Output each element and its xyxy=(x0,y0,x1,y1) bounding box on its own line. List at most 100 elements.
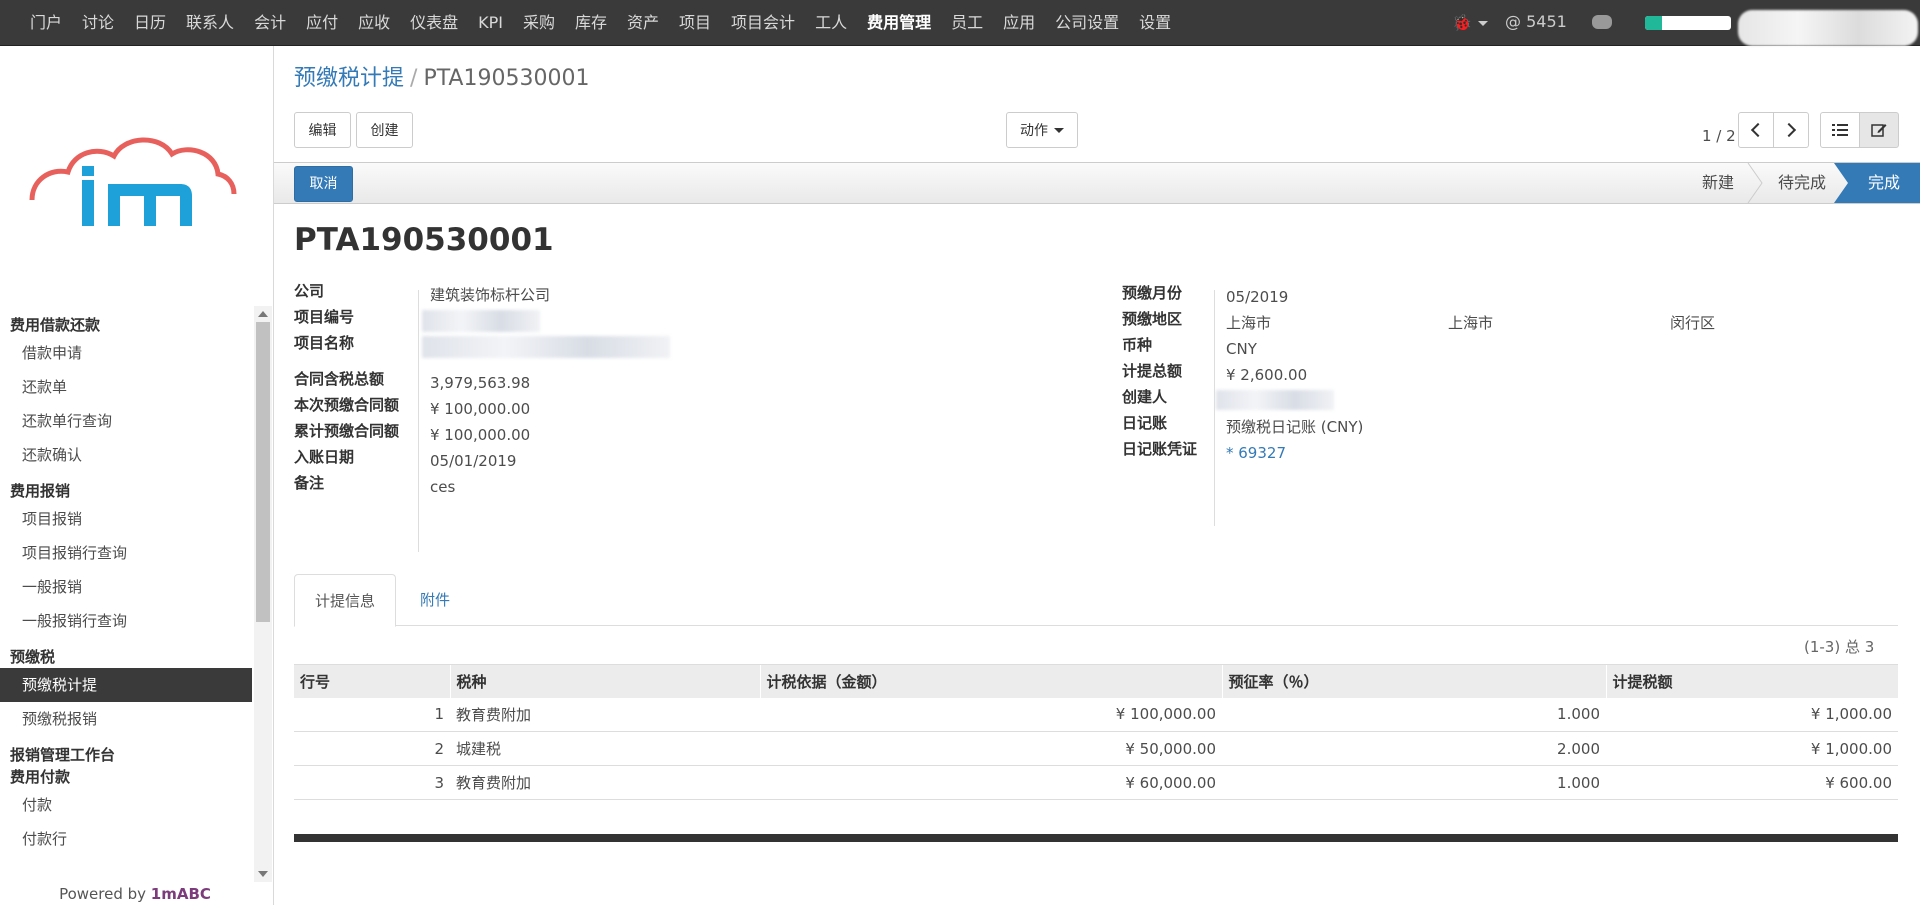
table-cell: ¥ 50,000.00 xyxy=(760,731,1222,766)
menu-item[interactable]: 应用 xyxy=(993,0,1045,46)
debug-icon[interactable]: 🐞 xyxy=(1452,13,1488,32)
field-value: CNY xyxy=(1226,340,1257,358)
stage-done[interactable]: 完成 xyxy=(1848,163,1920,203)
table-footer-bar xyxy=(294,834,1898,842)
menu-item[interactable]: 费用管理 xyxy=(857,0,941,46)
form-view-button[interactable] xyxy=(1859,112,1899,148)
sidebar-item[interactable]: 一般报销 xyxy=(0,570,252,604)
breadcrumb-current: PTA190530001 xyxy=(423,66,590,91)
field-value: ¥ 100,000.00 xyxy=(430,400,531,418)
field-label: 日记账 xyxy=(1122,414,1168,432)
field-value: 建筑装饰标杆公司 xyxy=(430,286,551,304)
left-fields-divider xyxy=(418,290,419,552)
chevron-left-icon xyxy=(1750,122,1766,138)
column-header[interactable]: 行号 xyxy=(294,664,450,698)
column-header[interactable]: 预征率（％） xyxy=(1221,664,1606,698)
menu-item[interactable]: 讨论 xyxy=(72,0,124,46)
column-header[interactable]: 税种 xyxy=(449,664,760,698)
menu-item[interactable]: 公司设置 xyxy=(1045,0,1129,46)
powered-prefix: Powered by xyxy=(59,885,151,903)
sidebar-item[interactable]: 付款 xyxy=(0,788,252,822)
sidebar-item[interactable]: 付款行 xyxy=(0,822,252,856)
breadcrumb-parent[interactable]: 预缴税计提 xyxy=(294,66,404,91)
field-value: 3,979,563.98 xyxy=(430,374,531,392)
sidebar-item[interactable]: 还款单行查询 xyxy=(0,404,252,438)
field-label: 累计预缴合同额 xyxy=(294,422,400,440)
create-button[interactable]: 创建 xyxy=(356,112,413,148)
table-cell: ¥ 600.00 xyxy=(1606,765,1898,800)
edit-button[interactable]: 编辑 xyxy=(294,112,351,148)
next-record-button[interactable] xyxy=(1773,112,1809,148)
progress-fill xyxy=(1645,16,1663,30)
table-cell: 3 xyxy=(294,765,450,800)
list-view-button[interactable] xyxy=(1820,112,1860,148)
column-header[interactable]: 计税依据（金额） xyxy=(759,664,1222,698)
stage-pending[interactable]: 待完成 xyxy=(1766,163,1838,203)
status-bar: 取消 新建 待完成 完成 xyxy=(274,162,1920,204)
action-dropdown[interactable]: 动作 xyxy=(1006,112,1078,148)
field-value: ces xyxy=(430,478,456,496)
menu-item[interactable]: 应收 xyxy=(348,0,400,46)
table-cell: ¥ 100,000.00 xyxy=(760,697,1222,732)
tab-attachments[interactable]: 附件 xyxy=(400,574,470,626)
column-header[interactable]: 计提税额 xyxy=(1605,664,1898,698)
redacted-value xyxy=(422,336,670,358)
menu-item[interactable]: 项目会计 xyxy=(721,0,805,46)
menu-item[interactable]: 项目 xyxy=(669,0,721,46)
menu-item[interactable]: 仪表盘 xyxy=(400,0,468,46)
sidebar-item[interactable]: 项目报销行查询 xyxy=(0,536,252,570)
menu-item[interactable]: 应付 xyxy=(296,0,348,46)
progress-bar xyxy=(1645,16,1731,30)
table-row[interactable]: 2 城建税 ¥ 50,000.00 2.000 ¥ 1,000.00 xyxy=(294,731,1898,766)
field-label: 创建人 xyxy=(1122,388,1168,406)
sidebar-item[interactable]: 预缴税报销 xyxy=(0,702,252,736)
menu-item[interactable]: 联系人 xyxy=(176,0,244,46)
sidebar-section-title: 费用报销 xyxy=(10,482,71,500)
menu-item[interactable]: 日历 xyxy=(124,0,176,46)
stage-new[interactable]: 新建 xyxy=(1690,163,1746,203)
sidebar-section-title: 预缴税 xyxy=(10,648,56,666)
sidebar-item[interactable]: 一般报销行查询 xyxy=(0,604,252,638)
menu-item[interactable]: 员工 xyxy=(941,0,993,46)
menu-item[interactable]: 库存 xyxy=(565,0,617,46)
sidebar-scrollbar[interactable] xyxy=(254,306,272,882)
mention-counter[interactable]: @ 5451 xyxy=(1505,12,1567,31)
powered-brand[interactable]: 1mABC xyxy=(151,885,211,903)
field-label: 计提总额 xyxy=(1122,362,1183,380)
tab-accrual-info[interactable]: 计提信息 xyxy=(294,574,397,627)
sidebar-item[interactable]: 还款单 xyxy=(0,370,252,404)
menu-item[interactable]: 门户 xyxy=(20,0,72,46)
menu-item[interactable]: 工人 xyxy=(805,0,857,46)
table-row[interactable]: 3 教育费附加 ¥ 60,000.00 1.000 ¥ 600.00 xyxy=(294,765,1898,800)
menu-item[interactable]: 设置 xyxy=(1129,0,1181,46)
sidebar-item[interactable]: 预缴税计提 xyxy=(0,668,252,702)
table-row[interactable]: 1 教育费附加 ¥ 100,000.00 1.000 ¥ 1,000.00 xyxy=(294,697,1898,732)
table-cell: ¥ 1,000.00 xyxy=(1606,731,1898,766)
sidebar-item[interactable]: 还款确认 xyxy=(0,438,252,472)
prev-record-button[interactable] xyxy=(1738,112,1774,148)
record-title: PTA190530001 xyxy=(294,222,554,258)
sidebar-item[interactable]: 借款申请 xyxy=(0,336,252,370)
scroll-up-icon[interactable] xyxy=(258,311,268,317)
powered-by: Powered by 1mABC xyxy=(0,884,270,905)
menu-item[interactable]: KPI xyxy=(468,0,513,46)
scroll-down-icon[interactable] xyxy=(258,871,268,877)
field-label: 公司 xyxy=(294,282,325,300)
scrollbar-thumb[interactable] xyxy=(256,322,270,622)
chat-icon[interactable] xyxy=(1592,15,1612,29)
caret-down-icon xyxy=(1054,127,1064,133)
redacted-value xyxy=(1216,390,1334,410)
user-avatar-blurred[interactable] xyxy=(1738,10,1918,46)
cancel-button[interactable]: 取消 xyxy=(294,166,353,202)
field-label: 预缴月份 xyxy=(1122,284,1183,302)
menu-item[interactable]: 资产 xyxy=(617,0,669,46)
journal-entry-link[interactable]: * 69327 xyxy=(1226,440,1286,466)
redacted-value xyxy=(422,310,540,332)
menu-item[interactable]: 采购 xyxy=(513,0,565,46)
field-value: 05/2019 xyxy=(1226,288,1289,306)
menu-item[interactable]: 会计 xyxy=(244,0,296,46)
sidebar-item[interactable]: 项目报销 xyxy=(0,502,252,536)
list-icon xyxy=(1832,124,1848,136)
top-navbar: 门户 讨论 日历 联系人 会计 应付 应收 仪表盘 KPI 采购 库存 资产 项目 项目会计 工人 费用管理员… xyxy=(0,0,1920,46)
field-label: 备注 xyxy=(294,474,325,492)
